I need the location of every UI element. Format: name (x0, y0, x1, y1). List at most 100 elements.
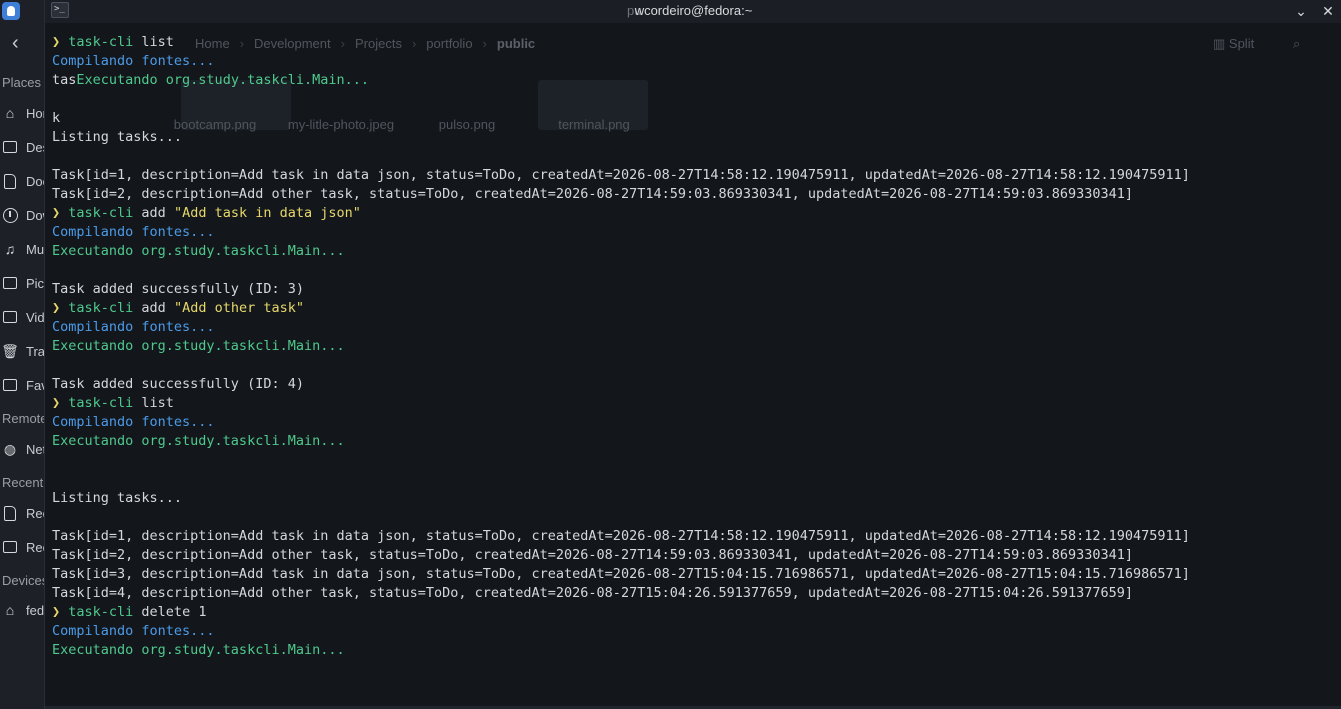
terminal-line: Task added successfully (ID: 3) (52, 280, 1337, 299)
sidebar-item-home[interactable]: ⌂ Home (2, 103, 44, 123)
terminal-text: Compilando fontes... (52, 53, 215, 69)
terminal-line: Compilando fontes... (52, 622, 1337, 641)
pictures-icon (2, 275, 18, 291)
terminal-text: list (133, 395, 174, 411)
terminal-text: Task[id=1, description=Add task in data … (52, 528, 1190, 544)
terminal-line: Task[id=2, description=Add other task, s… (52, 546, 1337, 565)
minimize-chevron-icon[interactable]: ⌄ (1291, 1, 1311, 21)
terminal-text: Task[id=1, description=Add task in data … (52, 167, 1190, 183)
terminal-text: k (52, 110, 61, 126)
terminal-line: ❯ task-cli list (52, 33, 1337, 52)
prompt-symbol: ❯ (52, 300, 69, 316)
terminal-line: Task[id=2, description=Add other task, s… (52, 185, 1337, 204)
command-name: task-cli (68, 205, 134, 221)
sidebar-item-videos[interactable]: Videos (2, 307, 44, 327)
terminal-line: Task[id=1, description=Add task in data … (52, 166, 1337, 185)
sidebar-item-downloads[interactable]: Downloads (2, 205, 44, 225)
sidebar-item-trash[interactable]: 🗑 Trash (1, 341, 44, 361)
terminal-text: Compilando fontes... (52, 623, 215, 639)
sidebar-item-recent-locations[interactable]: Recent Locations (2, 537, 44, 557)
home-icon: ⌂ (5, 105, 15, 121)
file-manager-sidebar: ‹ Places ⌂ Home Desktop Documents Downlo… (0, 0, 44, 709)
terminal-line: Compilando fontes... (52, 413, 1337, 432)
sidebar-item-favorites[interactable]: Favorites (2, 375, 44, 395)
desktop-icon (2, 139, 18, 155)
sidebar-section-devices: Devices (2, 573, 44, 588)
terminal-text: Compilando fontes... (52, 224, 215, 240)
prompt-symbol: ❯ (52, 205, 69, 221)
terminal-text: Task[id=4, description=Add other task, s… (52, 585, 1133, 601)
downloads-icon (2, 207, 18, 223)
terminal-text: Executando org.study.taskcli.Main... (52, 243, 345, 259)
terminal-text: tas (52, 72, 77, 88)
terminal-text: add (133, 300, 174, 316)
network-icon: ◍ (3, 440, 17, 457)
sidebar-item-fedora[interactable]: ⌂ fedora (2, 600, 44, 620)
command-name: task-cli (68, 395, 134, 411)
trash-icon: 🗑 (1, 342, 19, 359)
music-icon: ♫ (4, 241, 16, 257)
terminal-output[interactable]: ❯ task-cli list Compilando fontes... tasEx… (52, 33, 1337, 660)
terminal-window[interactable]: >_ pu wcordeiro@fedora:~ ⌄ ✕ Home › Devel… (44, 0, 1341, 709)
drive-icon: ⌂ (5, 602, 15, 618)
terminal-text: delete 1 (133, 604, 207, 620)
sidebar-item-music[interactable]: ♫ Music (2, 239, 44, 259)
file-manager-app-icon[interactable] (2, 2, 20, 20)
recent-files-icon (2, 505, 18, 521)
recent-locations-icon (2, 539, 18, 555)
command-name: task-cli (68, 604, 134, 620)
terminal-text: Executando org.study.taskcli.Main... (52, 433, 345, 449)
terminal-text: Executando org.study.taskcli.Main... (52, 338, 345, 354)
prompt-symbol: ❯ (52, 395, 69, 411)
terminal-text: Executando org.study.taskcli.Main... (52, 642, 345, 658)
command-name: task-cli (68, 34, 134, 50)
terminal-line: Executando org.study.taskcli.Main... (52, 337, 1337, 356)
sidebar-item-recent-files[interactable]: Recent Files (2, 503, 44, 523)
terminal-line: Task added successfully (ID: 4) (52, 375, 1337, 394)
videos-icon (2, 309, 18, 325)
sidebar-item-network[interactable]: ◍ Network (2, 439, 44, 459)
terminal-line: Task[id=3, description=Add task in data … (52, 565, 1337, 584)
documents-icon (2, 173, 18, 189)
sidebar-item-pictures[interactable]: Pictures (2, 273, 44, 293)
terminal-line: Compilando fontes... (52, 52, 1337, 71)
terminal-line: Compilando fontes... (52, 223, 1337, 242)
terminal-line: Compilando fontes... (52, 318, 1337, 337)
prompt-symbol: ❯ (52, 34, 69, 50)
terminal-text: Compilando fontes... (52, 319, 215, 335)
close-icon[interactable]: ✕ (1318, 1, 1338, 21)
terminal-line: ❯ task-cli list (52, 394, 1337, 413)
terminal-line: ❯ task-cli add "Add other task" (52, 299, 1337, 318)
window-title: wcordeiro@fedora:~ (634, 3, 753, 18)
terminal-text: Task added successfully (ID: 4) (52, 376, 304, 392)
terminal-line: Task[id=4, description=Add other task, s… (52, 584, 1337, 603)
terminal-text: Task[id=3, description=Add task in data … (52, 566, 1190, 582)
terminal-text: Executando org.study.taskcli.Main... (76, 72, 369, 88)
sidebar-item-documents[interactable]: Documents (2, 171, 44, 191)
terminal-line: Executando org.study.taskcli.Main... (52, 242, 1337, 261)
terminal-text: Listing tasks... (52, 490, 183, 506)
terminal-text: Compilando fontes... (52, 414, 215, 430)
sidebar-section-places: Places (2, 75, 42, 90)
folder-icon (2, 377, 18, 393)
prompt-symbol: ❯ (52, 604, 69, 620)
sidebar-item-desktop[interactable]: Desktop (2, 137, 44, 157)
back-arrow-icon[interactable]: ‹ (12, 32, 19, 55)
terminal-line: Listing tasks... (52, 128, 1337, 147)
terminal-text: Task added successfully (ID: 3) (52, 281, 304, 297)
terminal-line: Executando org.study.taskcli.Main... (52, 641, 1337, 660)
terminal-text: Listing tasks... (52, 129, 183, 145)
terminal-titlebar[interactable]: >_ pu wcordeiro@fedora:~ ⌄ ✕ (45, 0, 1341, 23)
terminal-text: Task[id=2, description=Add other task, s… (52, 186, 1133, 202)
terminal-line: Executando org.study.taskcli.Main... (52, 432, 1337, 451)
terminal-line: Task[id=1, description=Add task in data … (52, 527, 1337, 546)
terminal-text: "Add task in data json" (173, 205, 361, 221)
sidebar-section-recent: Recent (2, 475, 44, 490)
terminal-line: Listing tasks... (52, 489, 1337, 508)
terminal-text: add (133, 205, 174, 221)
